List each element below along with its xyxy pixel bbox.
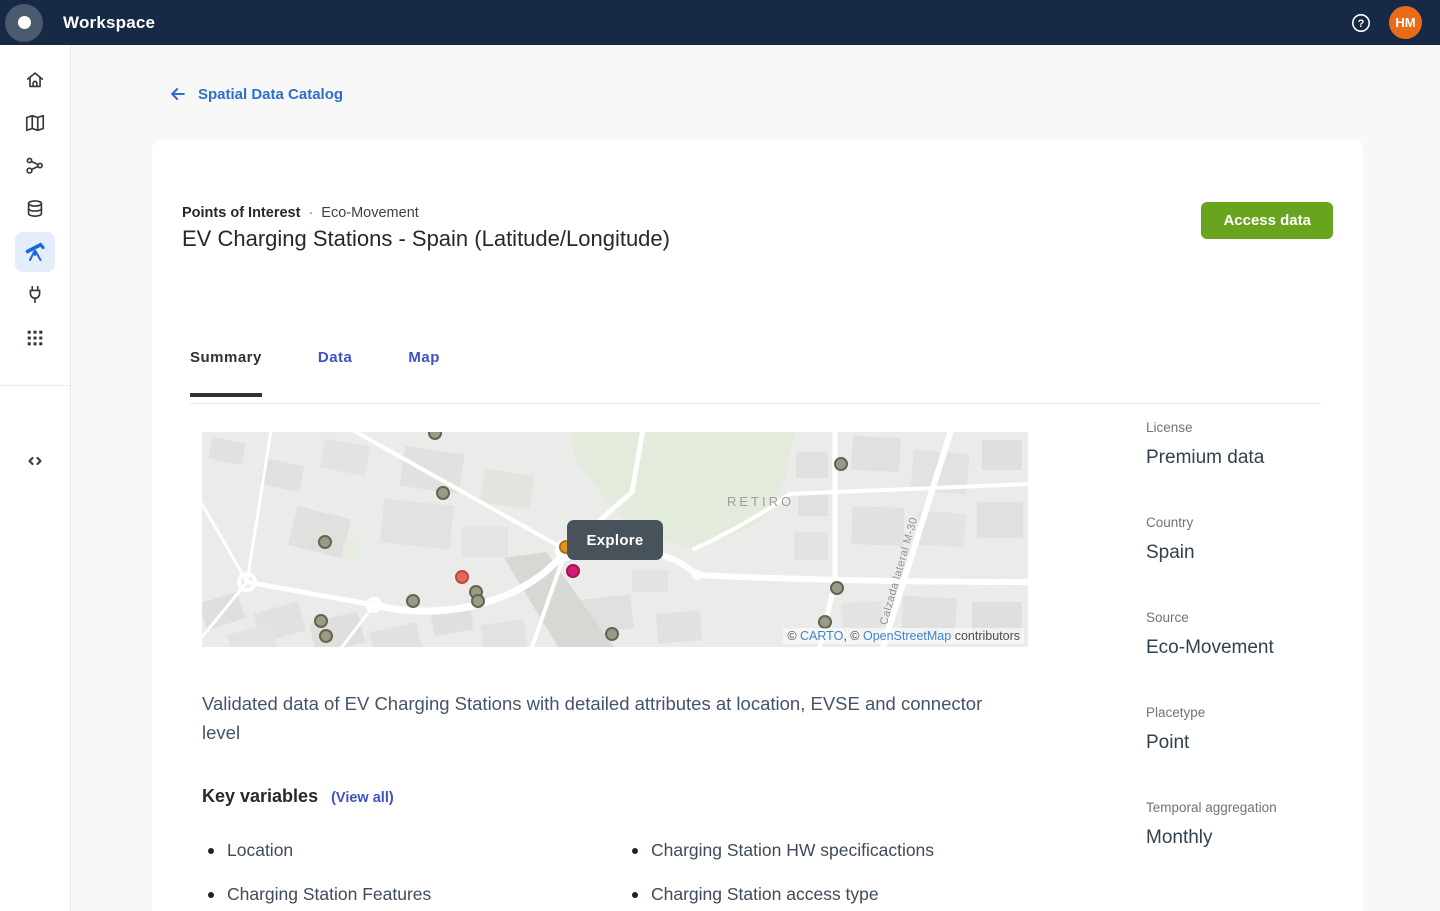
help-button[interactable]: ?	[1349, 11, 1373, 35]
attribution-copyright-2: , ©	[843, 629, 863, 643]
workflows-icon	[24, 155, 46, 177]
bullet-icon	[632, 892, 638, 898]
meta-temporal-aggregation: Temporal aggregation Monthly	[1146, 800, 1356, 849]
meta-license: License Premium data	[1146, 420, 1356, 469]
metadata-panel: License Premium data Country Spain Sourc…	[1146, 420, 1356, 895]
tab-summary[interactable]: Summary	[190, 349, 262, 397]
carto-logo	[5, 4, 43, 42]
dataset-detail-card: Points of Interest · Eco-Movement EV Charg…	[152, 140, 1363, 911]
meta-value: Point	[1146, 732, 1356, 754]
sidebar	[0, 45, 71, 911]
app-title: Workspace	[63, 13, 155, 33]
map-point-gray	[436, 486, 450, 500]
key-variable-label: Location	[227, 840, 293, 861]
map-attribution: © CARTO, © OpenStreetMap contributors	[783, 628, 1024, 644]
attribution-copyright: ©	[787, 629, 800, 643]
database-icon	[24, 198, 46, 220]
sidebar-divider	[0, 385, 70, 386]
key-variables-title: Key variables	[202, 786, 318, 806]
back-to-catalog-link[interactable]: Spatial Data Catalog	[168, 84, 343, 104]
view-all-link[interactable]: (View all)	[331, 790, 394, 806]
sidebar-item-workflows[interactable]	[15, 146, 55, 186]
breadcrumb-category: Points of Interest	[182, 205, 300, 221]
bullet-icon	[208, 892, 214, 898]
meta-label: Temporal aggregation	[1146, 800, 1356, 815]
explore-button[interactable]: Explore	[567, 520, 663, 560]
sidebar-item-data-catalog[interactable]	[15, 232, 55, 272]
question-icon: ?	[1350, 12, 1372, 34]
map-point-gray	[830, 581, 844, 595]
key-variable-label: Charging Station Features	[227, 884, 431, 905]
meta-source: Source Eco-Movement	[1146, 610, 1356, 659]
meta-placetype: Placetype Point	[1146, 705, 1356, 754]
key-variable-label: Charging Station HW specificactions	[651, 840, 934, 861]
home-icon	[24, 69, 46, 91]
map-point-gray	[314, 614, 328, 628]
breadcrumb-separator: ·	[308, 205, 313, 221]
carto-logo-dot	[18, 16, 31, 29]
dataset-description: Validated data of EV Charging Stations w…	[202, 689, 1002, 747]
key-variables-header: Key variables (View all)	[202, 786, 394, 807]
tab-bar: Summary Data Map	[190, 349, 440, 397]
topbar: Workspace ? HM	[0, 0, 1440, 45]
key-variable-label: Charging Station access type	[651, 884, 879, 905]
carto-attribution-link[interactable]: CARTO	[800, 629, 843, 643]
plug-icon	[24, 284, 46, 306]
sidebar-item-developers[interactable]	[15, 441, 55, 481]
arrow-left-icon	[168, 84, 188, 104]
map-point-magenta	[566, 564, 580, 578]
map-point-gray	[818, 615, 832, 629]
meta-label: Source	[1146, 610, 1356, 625]
tabs-divider	[190, 403, 1321, 404]
meta-value: Eco-Movement	[1146, 637, 1356, 659]
map-point-gray	[318, 535, 332, 549]
breadcrumb-provider: Eco-Movement	[321, 205, 419, 221]
meta-label: Country	[1146, 515, 1356, 530]
apps-grid-icon	[24, 327, 46, 349]
topbar-actions: ? HM	[1349, 6, 1422, 39]
sidebar-item-home[interactable]	[15, 60, 55, 100]
meta-value: Spain	[1146, 542, 1356, 564]
sidebar-item-data-explorer[interactable]	[15, 189, 55, 229]
bullet-icon	[632, 848, 638, 854]
map-point-gray	[319, 629, 333, 643]
code-icon	[23, 449, 47, 473]
meta-label: Placetype	[1146, 705, 1356, 720]
breadcrumb: Points of Interest · Eco-Movement	[182, 205, 419, 221]
map-point-gray	[834, 457, 848, 471]
map-point-gray	[428, 432, 442, 440]
sidebar-item-connections[interactable]	[15, 275, 55, 315]
access-data-button[interactable]: Access data	[1201, 202, 1333, 239]
map-point-gray	[605, 627, 619, 641]
meta-label: License	[1146, 420, 1356, 435]
map-point-gray	[471, 594, 485, 608]
key-variable-item: Charging Station Features	[208, 884, 632, 905]
telescope-icon	[23, 240, 47, 264]
key-variable-item: Location	[208, 840, 632, 861]
back-link-label: Spatial Data Catalog	[198, 86, 343, 103]
map-icon	[24, 112, 46, 134]
tab-data[interactable]: Data	[318, 349, 353, 397]
tab-map[interactable]: Map	[408, 349, 440, 397]
osm-attribution-link[interactable]: OpenStreetMap	[863, 629, 951, 643]
page-title: EV Charging Stations - Spain (Latitude/L…	[182, 226, 670, 252]
key-variable-item: Charging Station access type	[632, 884, 934, 905]
map-point-gray	[406, 594, 420, 608]
sidebar-item-applications[interactable]	[15, 318, 55, 358]
sidebar-item-maps[interactable]	[15, 103, 55, 143]
bullet-icon	[208, 848, 214, 854]
key-variable-item: Charging Station HW specificactions	[632, 840, 934, 861]
meta-country: Country Spain	[1146, 515, 1356, 564]
map-preview[interactable]: RETIRO Calzada lateral M-30 Explore © CA…	[202, 432, 1028, 647]
key-variables-list: Location Charging Station HW specificact…	[208, 840, 934, 905]
meta-value: Premium data	[1146, 447, 1356, 469]
svg-text:?: ?	[1358, 18, 1365, 30]
attribution-suffix: contributors	[951, 629, 1020, 643]
map-point-red	[455, 570, 469, 584]
meta-value: Monthly	[1146, 827, 1356, 849]
avatar[interactable]: HM	[1389, 6, 1422, 39]
